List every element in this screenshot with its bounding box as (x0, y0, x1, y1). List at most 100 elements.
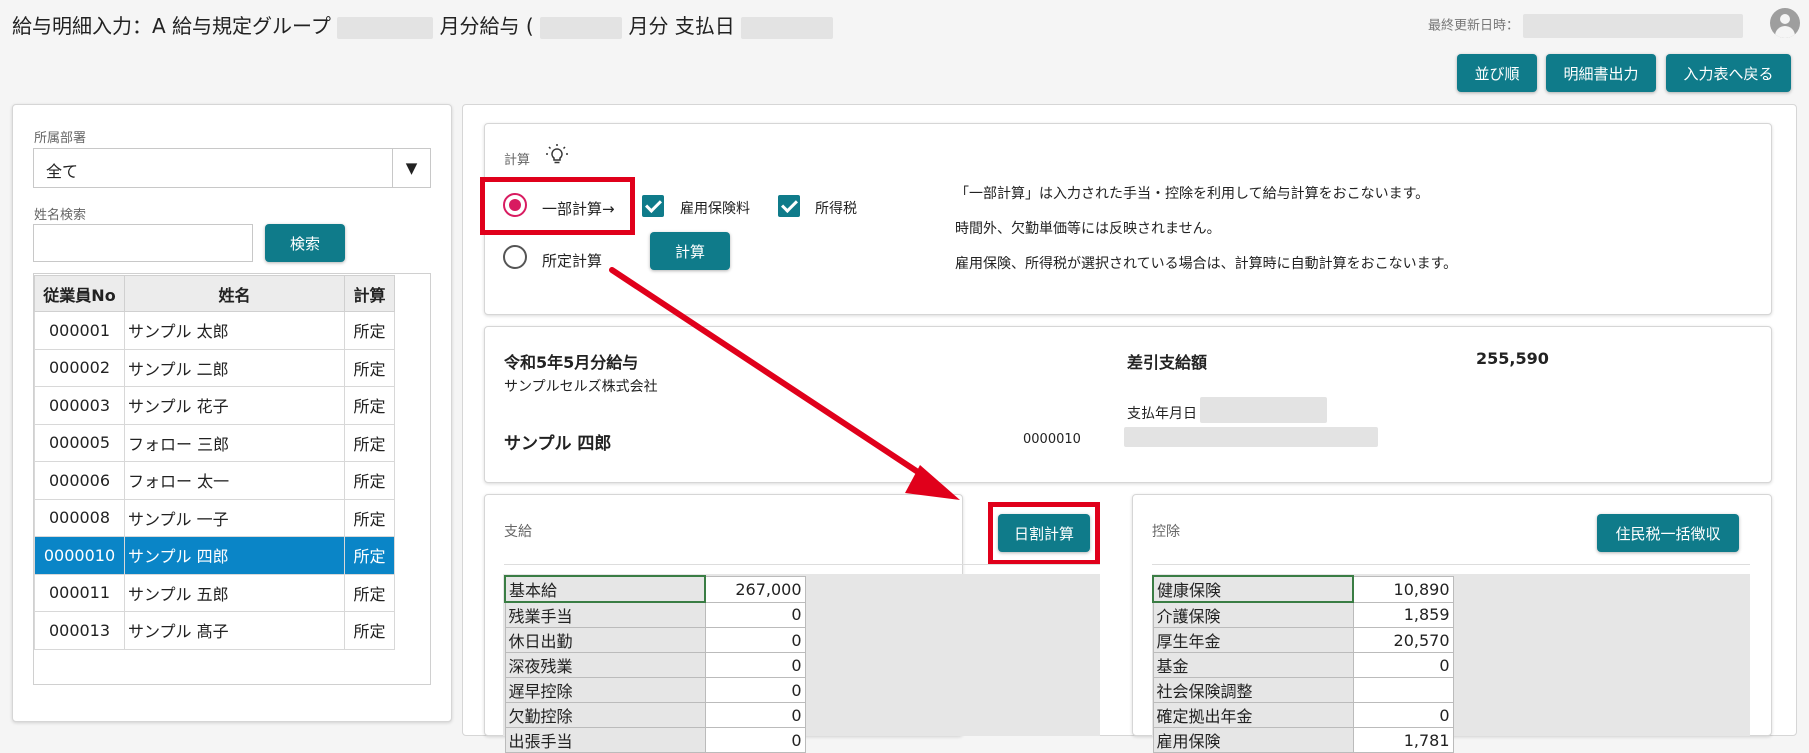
item-label: 遅早控除 (504, 677, 706, 703)
divider (1152, 564, 1750, 565)
grid-row: 残業手当 0 (504, 601, 806, 628)
grid-row: 社会保険調整 (1152, 677, 1454, 703)
column-header-name[interactable]: 姓名 (124, 275, 345, 312)
last-updated: 最終更新日時： (1428, 14, 1744, 38)
employee-calc-cell: 所定 (344, 461, 395, 500)
search-button[interactable]: 検索 (265, 224, 345, 262)
item-value-cell[interactable]: 0 (1352, 652, 1454, 678)
item-value-cell[interactable]: 0 (1352, 702, 1454, 728)
grid-row: 介護保険 1,859 (1152, 601, 1454, 628)
table-row[interactable]: 000006 フォロー 太一 所定 (34, 461, 395, 500)
item-label: 厚生年金 (1152, 627, 1354, 653)
standard-calc-radio[interactable] (503, 245, 527, 269)
prorate-calc-button[interactable]: 日割計算 (998, 514, 1090, 552)
partial-calc-radio[interactable] (503, 193, 527, 217)
employee-calc-cell: 所定 (344, 423, 395, 462)
item-label: 基本給 (504, 575, 706, 603)
table-row[interactable]: 000001 サンプル 太郎 所定 (34, 311, 395, 350)
employee-name-cell: サンプル 五郎 (124, 573, 345, 612)
grid-row: 健康保険 10,890 (1152, 575, 1454, 603)
redacted-text (337, 16, 434, 39)
employment-insurance-checkbox[interactable] (642, 195, 664, 217)
standard-calc-label: 所定計算 (542, 252, 603, 270)
item-value-cell[interactable]: 267,000 (704, 575, 806, 603)
employee-calc-cell: 所定 (344, 573, 395, 612)
item-label: 雇用保険 (1152, 727, 1354, 753)
grid-row: 雇用保険 1,781 (1152, 727, 1454, 753)
avatar-icon[interactable] (1770, 8, 1800, 38)
calc-note-1: 「一部計算」は入力された手当・控除を利用して給与計算をおこないます。 (955, 186, 1430, 202)
calculate-button[interactable]: 計算 (650, 232, 730, 270)
income-tax-label: 所得税 (815, 201, 857, 217)
column-header-calc[interactable]: 計算 (344, 275, 395, 312)
item-label: 健康保険 (1152, 575, 1354, 603)
column-header-no[interactable]: 従業員No (34, 275, 125, 312)
deductions-grid: 健康保険 10,890 介護保険 1,859 厚生年金 20,570 基金 0 社会保険調整 確定… (1152, 575, 1454, 753)
back-to-input-button[interactable]: 入力表へ戻る (1666, 54, 1791, 92)
item-value-cell[interactable]: 0 (704, 652, 806, 678)
calc-note-2: 時間外、欠勤単価等には反映されません。 (955, 221, 1221, 237)
grid-row: 厚生年金 20,570 (1152, 627, 1454, 653)
grid-row: 基金 0 (1152, 652, 1454, 678)
employee-no-cell: 000003 (34, 386, 125, 425)
top-bar: 給与明細入力：A 給与規定グループ 月分給与 ( 月分 支払日 最終更新日時： (0, 0, 1809, 48)
payments-grid: 基本給 267,000 残業手当 0 休日出勤 0 深夜残業 0 遅早控除 0 欠勤控除 0 出張手当 0 (504, 575, 806, 753)
employee-no-cell: 000006 (34, 461, 125, 500)
item-value-cell[interactable]: 10,890 (1352, 575, 1454, 603)
employee-name-cell: フォロー 三郎 (124, 423, 345, 462)
print-statement-button[interactable]: 明細書出力 (1546, 54, 1656, 92)
calc-label: 計算 (504, 153, 531, 168)
table-row[interactable]: 000013 サンプル 髙子 所定 (34, 611, 395, 650)
sort-button[interactable]: 並び順 (1457, 54, 1537, 92)
page-title-text: 給与明細入力：A 給与規定グループ (12, 14, 331, 38)
table-row[interactable]: 0000010 サンプル 四郎 所定 (34, 536, 395, 575)
department-label: 所属部署 (34, 131, 87, 146)
item-value-cell[interactable]: 0 (704, 601, 806, 628)
table-row[interactable]: 000002 サンプル 二郎 所定 (34, 348, 395, 387)
employee-no-cell: 000002 (34, 348, 125, 387)
company-name: サンプルセルズ株式会社 (504, 379, 658, 395)
name-search-input[interactable] (33, 224, 253, 262)
redacted-text (540, 16, 623, 39)
table-row[interactable]: 000005 フォロー 三郎 所定 (34, 423, 395, 462)
employee-no-cell: 0000010 (34, 536, 125, 575)
item-value-cell[interactable]: 0 (704, 677, 806, 703)
item-label: 残業手当 (504, 601, 706, 628)
lightbulb-icon[interactable] (545, 143, 569, 167)
employee-table: 従業員No 姓名 計算 000001 サンプル 太郎 所定 000002 サンプル 二郎… (34, 275, 395, 650)
redacted-text (741, 16, 834, 39)
table-row[interactable]: 000003 サンプル 花子 所定 (34, 386, 395, 425)
item-label: 社会保険調整 (1152, 677, 1354, 703)
item-value-cell[interactable]: 1,781 (1352, 727, 1454, 753)
pay-period-title: 令和5年5月分給与 (504, 353, 639, 372)
item-value-cell[interactable]: 0 (704, 702, 806, 728)
item-value-cell[interactable]: 20,570 (1352, 627, 1454, 653)
grid-row: 確定拠出年金 0 (1152, 702, 1454, 728)
last-updated-label: 最終更新日時： (1428, 18, 1520, 34)
employee-name-cell: サンプル 四郎 (124, 536, 345, 575)
employee-calc-cell: 所定 (344, 498, 395, 537)
employment-insurance-label: 雇用保険料 (680, 201, 750, 217)
item-value-cell[interactable]: 1,859 (1352, 601, 1454, 628)
employee-no-cell: 000001 (34, 311, 125, 350)
income-tax-checkbox[interactable] (778, 195, 800, 217)
item-value-cell[interactable] (1352, 677, 1454, 703)
page-title-month: 月分給与 ( (439, 14, 534, 38)
calc-note-3: 雇用保険、所得税が選択されている場合は、計算時に自動計算をおこないます。 (955, 256, 1458, 272)
dropdown-arrow-icon[interactable]: ▼ (392, 149, 430, 187)
table-row[interactable]: 000011 サンプル 五郎 所定 (34, 573, 395, 612)
employee-number: 0000010 (1023, 432, 1081, 447)
table-row[interactable]: 000008 サンプル 一子 所定 (34, 498, 395, 537)
resident-tax-lump-button[interactable]: 住民税一括徴収 (1597, 514, 1739, 552)
employee-no-cell: 000011 (34, 573, 125, 612)
grid-row: 基本給 267,000 (504, 575, 806, 603)
department-select[interactable]: 全て ▼ (33, 148, 431, 188)
grid-row: 遅早控除 0 (504, 677, 806, 703)
item-value-cell[interactable]: 0 (704, 627, 806, 653)
item-label: 基金 (1152, 652, 1354, 678)
employee-no-cell: 000008 (34, 498, 125, 537)
page-title-payday: 月分 支払日 (628, 14, 735, 38)
item-value-cell[interactable]: 0 (704, 727, 806, 753)
employee-no-cell: 000013 (34, 611, 125, 650)
item-label: 出張手当 (504, 727, 706, 753)
